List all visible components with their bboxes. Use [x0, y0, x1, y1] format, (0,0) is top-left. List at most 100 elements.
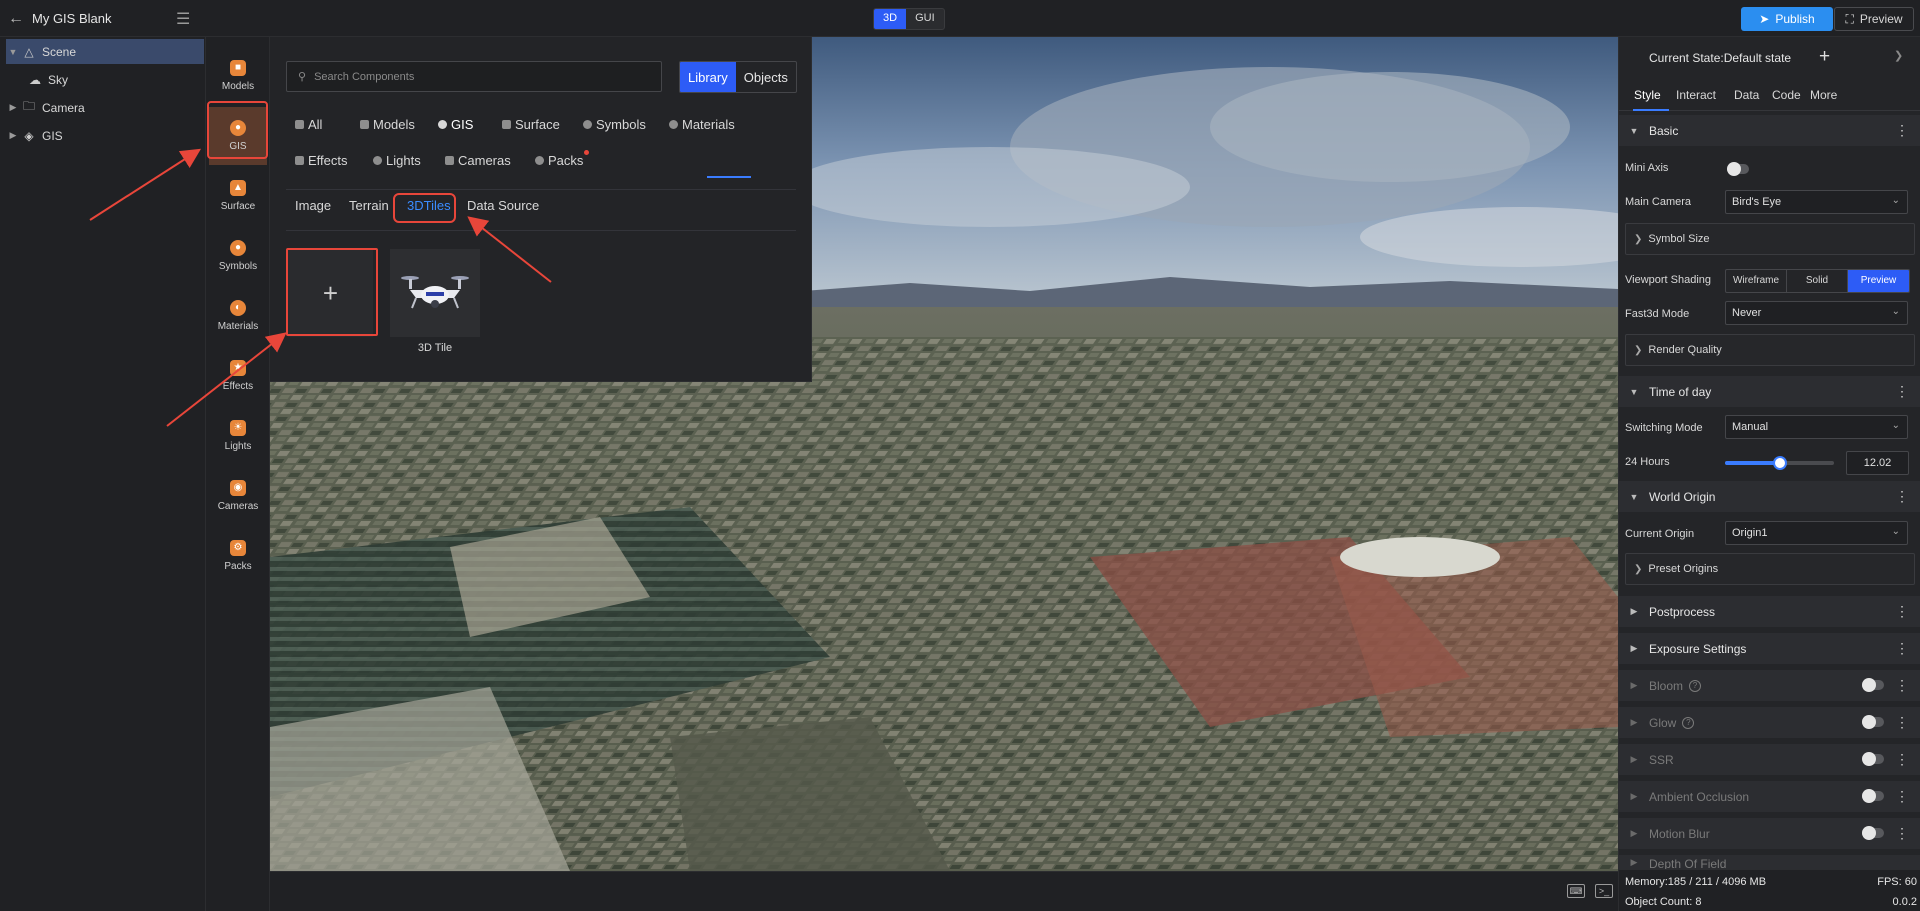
- section-basic[interactable]: ▼ Basic ⋮: [1619, 115, 1920, 146]
- section-postprocess[interactable]: ▶ Postprocess ⋮: [1619, 596, 1920, 627]
- mini-axis-toggle[interactable]: [1727, 162, 1749, 176]
- terminal-icon[interactable]: >_: [1595, 884, 1613, 898]
- iconbar-packs[interactable]: ⚙ Packs: [209, 527, 267, 585]
- tree-item-sky[interactable]: ☁ Sky: [26, 67, 204, 92]
- motion-blur-toggle[interactable]: [1862, 826, 1884, 840]
- subtab-terrain[interactable]: Terrain: [349, 198, 389, 213]
- category-cameras[interactable]: Cameras: [445, 153, 511, 168]
- section-world-origin[interactable]: ▼ World Origin ⋮: [1619, 481, 1920, 512]
- more-icon[interactable]: ⋮: [1895, 677, 1909, 694]
- keyboard-icon[interactable]: ⌨: [1567, 884, 1585, 898]
- category-materials[interactable]: Materials: [669, 117, 735, 132]
- category-models[interactable]: Models: [360, 117, 415, 132]
- more-icon[interactable]: ⋮: [1895, 825, 1909, 842]
- section-depth-of-field[interactable]: ▶ Depth Of Field: [1619, 855, 1920, 869]
- iconbar-cameras[interactable]: ◉ Cameras: [209, 467, 267, 525]
- publish-button[interactable]: ➤ Publish: [1741, 7, 1833, 31]
- render-quality-group[interactable]: ❯ Render Quality: [1625, 334, 1915, 366]
- mini-axis-label: Mini Axis: [1625, 162, 1669, 174]
- ambient-occlusion-toggle[interactable]: [1862, 789, 1884, 803]
- chevron-right-icon[interactable]: ❯: [1894, 49, 1903, 62]
- tab-data[interactable]: Data: [1734, 88, 1759, 102]
- cameras-icon: [445, 156, 454, 165]
- tab-style[interactable]: Style: [1634, 88, 1661, 102]
- category-gis[interactable]: GIS: [438, 117, 473, 132]
- iconbar-surface[interactable]: ▲ Surface: [209, 167, 267, 225]
- lights-icon: ☀: [230, 420, 246, 436]
- tab-more[interactable]: More: [1810, 88, 1837, 102]
- search-placeholder: Search Components: [314, 70, 415, 83]
- iconbar-lights[interactable]: ☀ Lights: [209, 407, 267, 465]
- symbol-size-group[interactable]: ❯ Symbol Size: [1625, 223, 1915, 255]
- view-mode-3d[interactable]: 3D: [874, 9, 907, 29]
- tree-item-camera[interactable]: ▶ 🗀 Camera: [6, 95, 204, 120]
- more-icon[interactable]: ⋮: [1895, 603, 1909, 620]
- more-icon[interactable]: ⋮: [1895, 383, 1909, 400]
- help-icon[interactable]: ?: [1682, 716, 1695, 729]
- tree-item-scene[interactable]: ▼ △ Scene: [6, 39, 204, 64]
- effects-icon: [295, 156, 304, 165]
- category-effects[interactable]: Effects: [295, 153, 348, 168]
- bloom-toggle[interactable]: [1862, 678, 1884, 692]
- help-icon[interactable]: ?: [1689, 679, 1702, 692]
- section-ambient-occlusion[interactable]: ▶ Ambient Occlusion ⋮: [1619, 781, 1920, 812]
- add-state-icon[interactable]: +: [1819, 46, 1830, 68]
- slider-handle[interactable]: [1773, 456, 1787, 470]
- subtab-data-source[interactable]: Data Source: [467, 198, 539, 213]
- more-icon[interactable]: ⋮: [1895, 714, 1909, 731]
- 24-hours-slider[interactable]: [1725, 456, 1834, 470]
- hamburger-menu-icon[interactable]: ☰: [176, 9, 190, 29]
- view-mode-gui[interactable]: GUI: [906, 9, 944, 29]
- subtab-image[interactable]: Image: [295, 198, 331, 213]
- iconbar-symbols[interactable]: ● Symbols: [209, 227, 267, 285]
- highlight-add-button: [286, 248, 378, 336]
- current-origin-select[interactable]: Origin1 ⌄: [1725, 521, 1908, 545]
- back-arrow-icon[interactable]: ←: [8, 10, 24, 28]
- shading-solid[interactable]: Solid: [1787, 270, 1848, 292]
- section-glow[interactable]: ▶ Glow? ⋮: [1619, 707, 1920, 738]
- glow-toggle[interactable]: [1862, 715, 1884, 729]
- search-input[interactable]: ⚲ Search Components: [286, 61, 662, 92]
- caret-right-icon[interactable]: ▶: [6, 102, 20, 113]
- more-icon[interactable]: ⋮: [1895, 751, 1909, 768]
- tree-item-gis[interactable]: ▶ ◈ GIS: [6, 123, 204, 148]
- category-all[interactable]: All: [295, 117, 322, 132]
- iconbar-materials[interactable]: ◐ Materials: [209, 287, 267, 345]
- section-exposure-settings[interactable]: ▶ Exposure Settings ⋮: [1619, 633, 1920, 664]
- category-surface[interactable]: Surface: [502, 117, 560, 132]
- preset-origins-group[interactable]: ❯ Preset Origins: [1625, 553, 1915, 585]
- section-motion-blur[interactable]: ▶ Motion Blur ⋮: [1619, 818, 1920, 849]
- fast3d-mode-label: Fast3d Mode: [1625, 308, 1690, 320]
- tab-code[interactable]: Code: [1772, 88, 1801, 102]
- shading-preview[interactable]: Preview: [1848, 270, 1909, 292]
- library-tab[interactable]: Library: [680, 62, 736, 92]
- select-value: Never: [1732, 307, 1762, 319]
- more-icon[interactable]: ⋮: [1895, 122, 1909, 139]
- category-packs[interactable]: Packs: [535, 150, 590, 168]
- category-symbols[interactable]: Symbols: [583, 117, 646, 132]
- more-icon[interactable]: ⋮: [1895, 788, 1909, 805]
- preview-button[interactable]: ⛶ Preview: [1834, 7, 1914, 31]
- tab-interact[interactable]: Interact: [1676, 88, 1716, 102]
- section-ssr[interactable]: ▶ SSR ⋮: [1619, 744, 1920, 775]
- 24-hours-input[interactable]: 12.02: [1846, 451, 1909, 475]
- more-icon[interactable]: ⋮: [1895, 488, 1909, 505]
- iconbar-models[interactable]: ■ Models: [209, 47, 267, 105]
- switching-mode-select[interactable]: Manual ⌄: [1725, 415, 1908, 439]
- category-lights[interactable]: Lights: [373, 153, 421, 168]
- ssr-toggle[interactable]: [1862, 752, 1884, 766]
- 3d-tile-thumbnail[interactable]: [390, 249, 480, 337]
- objects-tab[interactable]: Objects: [736, 62, 796, 92]
- more-icon[interactable]: ⋮: [1895, 640, 1909, 657]
- shading-wireframe[interactable]: Wireframe: [1726, 270, 1787, 292]
- main-camera-select[interactable]: Bird's Eye ⌄: [1725, 190, 1908, 214]
- current-state-label[interactable]: Current State:Default state: [1649, 51, 1791, 65]
- surface-icon: [502, 120, 511, 129]
- chevron-down-icon: ⌄: [1891, 526, 1900, 537]
- section-time-of-day[interactable]: ▼ Time of day ⋮: [1619, 376, 1920, 407]
- caret-right-icon[interactable]: ▶: [6, 130, 20, 141]
- iconbar-effects[interactable]: ★ Effects: [209, 347, 267, 405]
- section-bloom[interactable]: ▶ Bloom? ⋮: [1619, 670, 1920, 701]
- caret-down-icon[interactable]: ▼: [6, 47, 20, 57]
- fast3d-mode-select[interactable]: Never ⌄: [1725, 301, 1908, 325]
